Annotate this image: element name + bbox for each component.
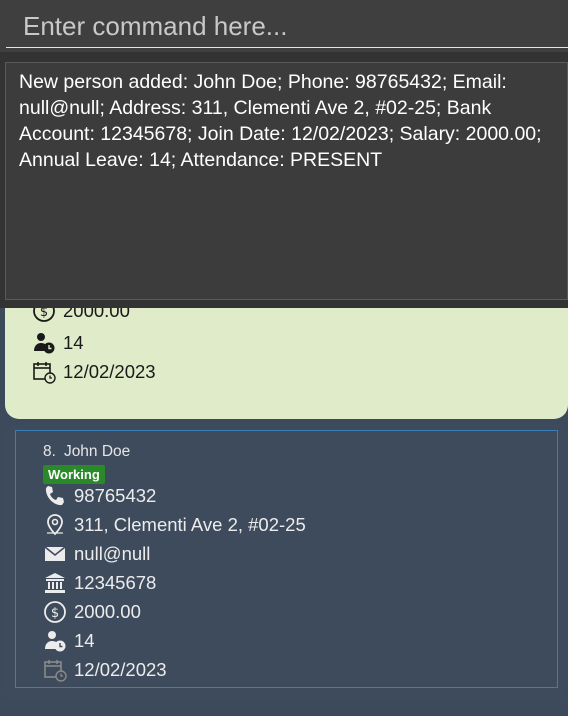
salary-row: $ 2000.00 [43, 599, 141, 625]
status-badge: Working [43, 465, 105, 484]
location-icon [47, 514, 63, 536]
salary-icon: $ [44, 601, 66, 623]
join-date-row: 12/02/2023 [32, 359, 156, 385]
join-date-value: 12/02/2023 [63, 361, 156, 382]
address-row: 311, Clementi Ave 2, #02-25 [43, 512, 306, 538]
person-index: 8. [43, 443, 56, 460]
leave-icon [34, 333, 55, 354]
join-date-value: 12/02/2023 [74, 659, 167, 680]
join-date-row: 12/02/2023 [43, 657, 167, 683]
email-icon [44, 546, 66, 561]
leave-icon [45, 631, 66, 652]
phone-value: 98765432 [74, 485, 157, 506]
salary-icon: $ [33, 308, 55, 322]
person-name: John Doe [63, 443, 131, 460]
result-display-area: New person added: John Doe; Phone: 98765… [0, 52, 568, 308]
person-card-selection-border: 8. John Doe Working 98765432 311, Clement… [15, 430, 558, 688]
person-list[interactable]: $ 2000.00 14 12/02/2023 8. John Doe Worki… [0, 308, 568, 716]
bank-value: 12345678 [74, 572, 157, 593]
person-card-previous[interactable]: $ 2000.00 14 12/02/2023 [5, 308, 568, 419]
person-name-line: 8. John Doe [43, 443, 130, 461]
salary-value: 2000.00 [74, 601, 141, 622]
salary-value: 2000.00 [63, 308, 130, 321]
leave-value: 14 [74, 630, 95, 651]
phone-row: 98765432 [43, 483, 156, 509]
email-value: null@null [74, 543, 151, 564]
email-row: null@null [43, 541, 150, 567]
phone-icon [45, 486, 64, 506]
command-input[interactable] [6, 0, 568, 48]
address-value: 311, Clementi Ave 2, #02-25 [74, 514, 306, 535]
leave-value: 14 [63, 332, 84, 353]
person-card[interactable]: 8. John Doe Working 98765432 311, Clement… [5, 424, 568, 702]
leave-row: 14 [43, 628, 95, 654]
leave-row: 14 [32, 330, 84, 356]
svg-text:$: $ [51, 606, 59, 621]
bank-row: 12345678 [43, 570, 156, 596]
salary-row: $ 2000.00 [32, 308, 130, 324]
bank-icon [45, 573, 65, 593]
result-display[interactable]: New person added: John Doe; Phone: 98765… [5, 62, 568, 300]
calendar-icon [33, 362, 56, 384]
command-box [0, 0, 568, 52]
svg-text:$: $ [40, 308, 48, 320]
calendar-icon [44, 660, 67, 682]
